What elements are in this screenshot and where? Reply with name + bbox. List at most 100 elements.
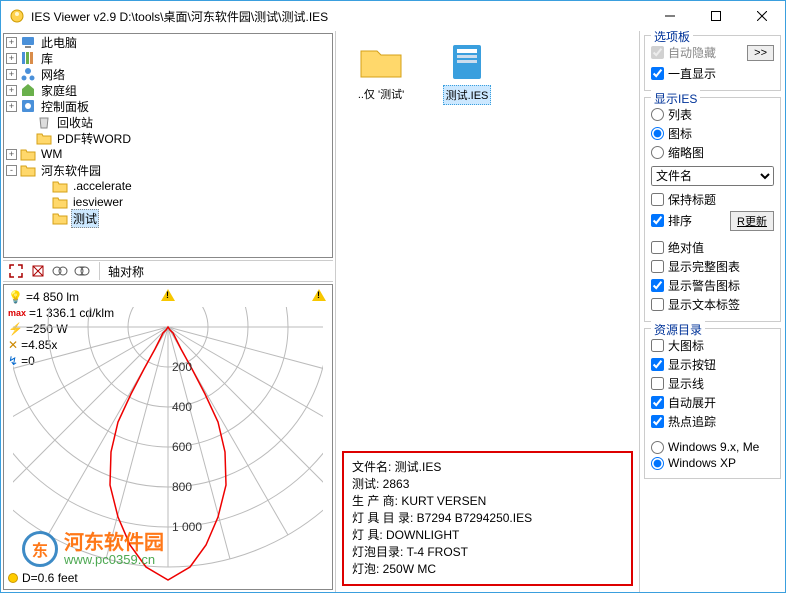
tree-item[interactable]: + 此电脑 <box>4 34 332 50</box>
options-panel: 选项板 自动隐藏 >> 一直显示 <box>644 35 781 91</box>
expander-icon[interactable]: + <box>6 53 17 64</box>
close-button[interactable] <box>739 1 785 31</box>
window-title: IES Viewer v2.9 D:\tools\桌面\河东软件园\测试\测试.… <box>31 8 647 25</box>
expander-icon[interactable]: + <box>6 85 17 96</box>
always-show-check[interactable]: 一直显示 <box>651 65 774 82</box>
abs-check[interactable]: 绝对值 <box>651 239 774 256</box>
tree-item[interactable]: 测试 <box>4 210 332 226</box>
svg-text:1 000: 1 000 <box>172 520 202 534</box>
tree-item[interactable]: + 网络 <box>4 66 332 82</box>
tree-label: 家庭组 <box>39 82 79 99</box>
textlabel-check[interactable]: 显示文本标签 <box>651 296 774 313</box>
showbtn-check[interactable]: 显示按钮 <box>651 356 774 373</box>
tree-item[interactable]: - 河东软件园 <box>4 162 332 178</box>
tree-label: 测试 <box>71 209 99 228</box>
view-list-radio[interactable]: 列表 <box>651 106 774 123</box>
tree-item[interactable]: PDF转WORD <box>4 130 332 146</box>
tree-label: 回收站 <box>55 114 95 131</box>
folder-icon <box>52 178 68 194</box>
view-thumb-radio[interactable]: 缩略图 <box>651 144 774 161</box>
showline-check[interactable]: 显示线 <box>651 375 774 392</box>
options-sidebar: 选项板 自动隐藏 >> 一直显示 显示IES 列表 图标 缩略图 文件名 保持标… <box>640 31 785 592</box>
tree-item[interactable]: +库 <box>4 50 332 66</box>
autohide-check: 自动隐藏 <box>651 44 716 61</box>
view3d-icon[interactable] <box>73 262 91 280</box>
refresh-button[interactable]: R更新 <box>730 211 774 231</box>
tree-label: 网络 <box>39 66 67 83</box>
app-icon <box>9 8 25 24</box>
view-icons-radio[interactable]: 图标 <box>651 125 774 142</box>
tree-label: 控制面板 <box>39 98 91 115</box>
tree-label: 河东软件园 <box>39 162 103 179</box>
tree-item[interactable]: + 家庭组 <box>4 82 332 98</box>
lib-icon <box>20 50 36 66</box>
svg-text:600: 600 <box>172 440 192 454</box>
net-icon <box>20 66 36 82</box>
tree-label: PDF转WORD <box>55 130 133 147</box>
filename-select[interactable]: 文件名 <box>651 166 774 186</box>
file-item[interactable]: 测试.IES <box>432 41 502 105</box>
tree-item[interactable]: .accelerate <box>4 178 332 194</box>
polar-footer: D=0.6 feet <box>8 571 78 585</box>
tree-label: WM <box>39 147 64 161</box>
autoexp-check[interactable]: 自动展开 <box>651 394 774 411</box>
remove-icon[interactable] <box>29 262 47 280</box>
warning-icon <box>312 289 326 304</box>
fullchart-check[interactable]: 显示完整图表 <box>651 258 774 275</box>
file-label: ..仅 '测试' <box>356 85 406 103</box>
folder-icon <box>20 146 36 162</box>
expand-button[interactable]: >> <box>747 45 774 61</box>
polar-toolbar: 轴对称 <box>3 260 333 282</box>
expander-icon[interactable]: + <box>6 69 17 80</box>
minimize-button[interactable] <box>647 1 693 31</box>
folder-icon <box>20 162 36 178</box>
tree-label: .accelerate <box>71 179 134 193</box>
tree-label: 库 <box>39 50 55 67</box>
tree-item[interactable]: + 控制面板 <box>4 98 332 114</box>
home-icon <box>20 82 36 98</box>
tree-item[interactable]: 回收站 <box>4 114 332 130</box>
folder-tree[interactable]: +此电脑+库+网络+家庭组+控制面板回收站PDF转WORD+WM-河东软件园.a… <box>3 33 333 258</box>
svg-text:200: 200 <box>172 360 192 374</box>
watermark: 东 河东软件园 www.pc0359.cn <box>22 531 164 567</box>
folder-icon <box>52 194 68 210</box>
resource-panel: 资源目录 大图标 显示按钮 显示线 自动展开 热点追踪 Windows 9.x,… <box>644 328 781 479</box>
expander-icon[interactable]: - <box>6 165 17 176</box>
warnicon-check[interactable]: 显示警告图标 <box>651 277 774 294</box>
cpl-icon <box>20 98 36 114</box>
toolbar-label: 轴对称 <box>108 263 144 280</box>
winxp-radio[interactable]: Windows XP <box>651 456 774 470</box>
file-item[interactable]: ..仅 '测试' <box>346 41 416 103</box>
file-label: 测试.IES <box>443 85 492 105</box>
hottrack-check[interactable]: 热点追踪 <box>651 413 774 430</box>
tree-label: iesviewer <box>71 195 125 209</box>
expander-icon[interactable]: + <box>6 37 17 48</box>
ies-info-box: 文件名: 测试.IES 测试: 2863 生 产 商: KURT VERSEN … <box>342 451 633 586</box>
warning-icon-top <box>161 289 175 304</box>
svg-text:800: 800 <box>172 480 192 494</box>
titlebar: IES Viewer v2.9 D:\tools\桌面\河东软件园\测试\测试.… <box>1 1 785 31</box>
tree-item[interactable]: iesviewer <box>4 194 332 210</box>
folder-icon <box>36 130 52 146</box>
recycle-icon <box>36 114 52 130</box>
win9x-radio[interactable]: Windows 9.x, Me <box>651 440 774 454</box>
polar-chart: 💡=4 850 lm max=1 336.1 cd/klm ⚡=250 W ✕=… <box>3 284 333 590</box>
ies-icon <box>443 41 491 81</box>
bigicon-check[interactable]: 大图标 <box>651 337 774 354</box>
pc-icon <box>20 34 36 50</box>
folder-icon <box>357 41 405 81</box>
file-list[interactable]: ..仅 '测试' 测试.IES <box>336 31 639 445</box>
fullscreen-icon[interactable] <box>7 262 25 280</box>
maximize-button[interactable] <box>693 1 739 31</box>
tree-item[interactable]: + WM <box>4 146 332 162</box>
keep-title-check[interactable]: 保持标题 <box>651 191 774 208</box>
bulb-icon: 💡 <box>8 289 23 305</box>
expander-icon[interactable]: + <box>6 149 17 160</box>
sort-check[interactable]: 排序 <box>651 212 692 229</box>
svg-text:400: 400 <box>172 400 192 414</box>
folder-icon <box>52 210 68 226</box>
display-ies-panel: 显示IES 列表 图标 缩略图 文件名 保持标题 排序 R更新 绝对值 显示完整… <box>644 97 781 322</box>
link-icon[interactable] <box>51 262 69 280</box>
expander-icon[interactable]: + <box>6 101 17 112</box>
tree-label: 此电脑 <box>39 34 79 51</box>
